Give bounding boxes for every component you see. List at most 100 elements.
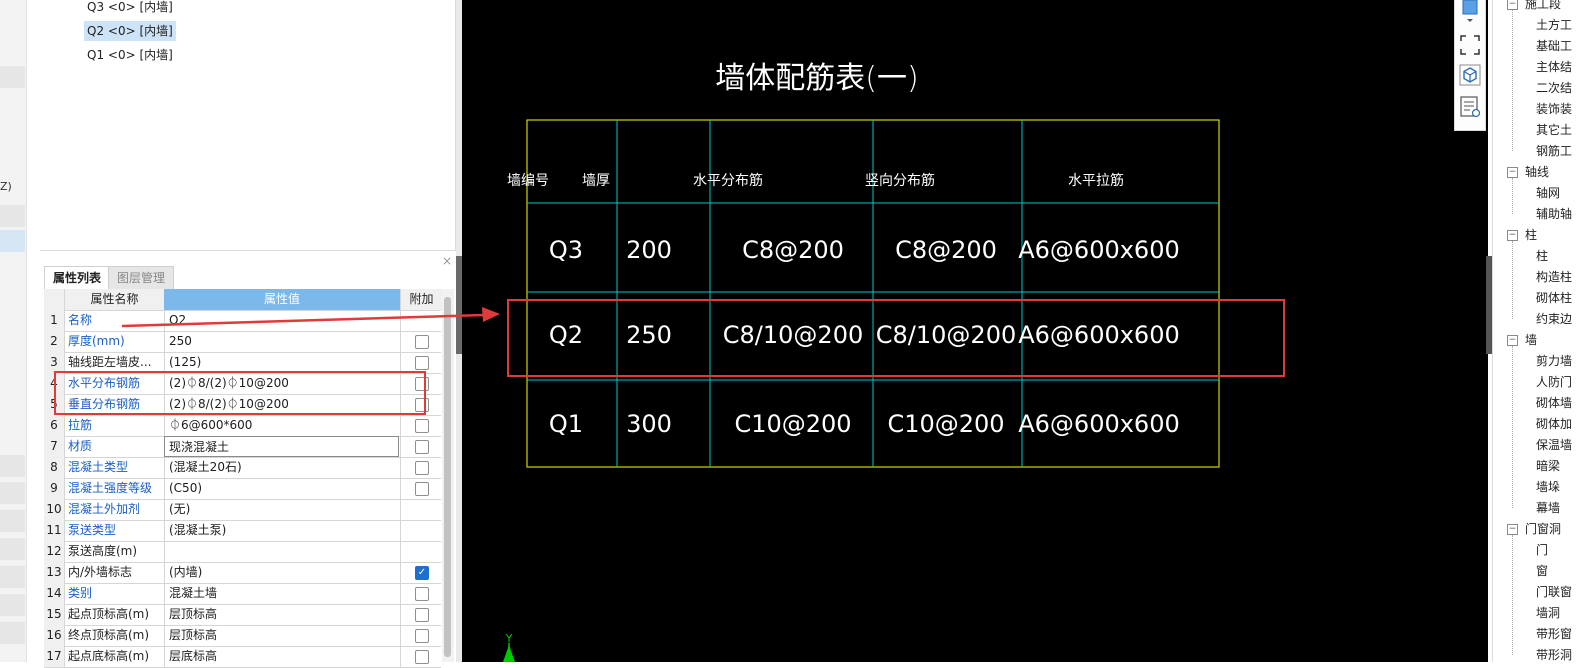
- left-strip-label: Z): [0, 180, 12, 193]
- property-name: 名称: [68, 313, 93, 327]
- property-name: 终点顶标高(m): [68, 628, 150, 642]
- tree-item-label: 辅助轴: [1536, 207, 1573, 221]
- property-value[interactable]: ⏀6@600*600: [164, 415, 399, 436]
- attach-cell: [400, 499, 442, 520]
- left-strip-block[interactable]: [0, 205, 25, 227]
- collapse-icon[interactable]: −: [1507, 230, 1518, 241]
- tree-item-q2[interactable]: Q2 <0> [内墙]: [84, 21, 176, 41]
- header-number: [44, 289, 65, 310]
- tree-item-label: 人防门: [1536, 375, 1573, 389]
- left-strip-block-selected[interactable]: [0, 230, 25, 252]
- attach-checkbox[interactable]: [415, 419, 429, 433]
- property-name: 类别: [68, 586, 93, 600]
- attach-cell: [400, 310, 442, 331]
- tree-item-label: 其它土: [1536, 123, 1573, 137]
- property-row[interactable]: 8 混凝土类型 (混凝土20石): [44, 457, 441, 479]
- property-value[interactable]: [164, 541, 399, 562]
- header-attach[interactable]: 附加: [400, 289, 442, 310]
- property-scrollbar-thumb[interactable]: [444, 297, 451, 657]
- tab-layer-management[interactable]: 图层管理: [108, 266, 175, 289]
- property-row[interactable]: 9 混凝土强度等级 (C50): [44, 478, 441, 500]
- component-tree: Q3 <0> [内墙] Q2 <0> [内墙] Q1 <0> [内墙]: [40, 0, 456, 251]
- property-value[interactable]: (混凝土泵): [164, 520, 399, 541]
- property-value-editor[interactable]: 现浇混凝土: [164, 436, 399, 457]
- left-strip-block[interactable]: [0, 538, 25, 560]
- fullscreen-icon[interactable]: [1459, 34, 1481, 56]
- property-row[interactable]: 12 泵送高度(m): [44, 541, 441, 563]
- property-row[interactable]: 13 内/外墙标志 (内墙) ✓: [44, 562, 441, 584]
- tree-item-q3[interactable]: Q3 <0> [内墙]: [84, 0, 176, 17]
- property-row[interactable]: 17 起点底标高(m) 层底标高: [44, 646, 441, 668]
- property-value[interactable]: (内墙): [164, 562, 399, 583]
- tree-item-q1[interactable]: Q1 <0> [内墙]: [84, 45, 176, 65]
- property-value[interactable]: (125): [164, 352, 399, 373]
- tree-group-label: 施工段: [1525, 0, 1562, 11]
- property-value[interactable]: (C50): [164, 478, 399, 499]
- collapse-icon[interactable]: −: [1507, 0, 1518, 10]
- collapse-icon[interactable]: −: [1507, 167, 1518, 178]
- list-view-icon[interactable]: [1459, 96, 1481, 118]
- property-value[interactable]: Q2: [164, 310, 399, 331]
- tree-item-label: 窗: [1536, 564, 1549, 578]
- tab-property-list[interactable]: 属性列表: [44, 266, 111, 289]
- left-strip-block[interactable]: [0, 594, 25, 616]
- tree-connector: [1512, 346, 1514, 508]
- property-row[interactable]: 2 厚度(mm) 250: [44, 331, 441, 353]
- property-name: 混凝土强度等级: [68, 481, 153, 495]
- 3d-cube-icon[interactable]: [1459, 0, 1481, 22]
- view-toolbar: [1454, 0, 1486, 131]
- property-table-header: 属性名称 属性值 附加: [44, 289, 442, 311]
- left-strip-block[interactable]: [0, 566, 25, 588]
- view-cube-icon[interactable]: [1459, 64, 1481, 86]
- collapse-icon[interactable]: −: [1507, 524, 1518, 535]
- collapse-icon[interactable]: −: [1507, 335, 1518, 346]
- row-number: 14: [44, 583, 65, 604]
- close-icon[interactable]: ×: [442, 254, 452, 268]
- property-value[interactable]: 层顶标高: [164, 625, 399, 646]
- property-row[interactable]: 7 材质 现浇混凝土: [44, 436, 441, 458]
- property-value[interactable]: (混凝土20石): [164, 457, 399, 478]
- property-row[interactable]: 6 拉筋 ⏀6@600*600: [44, 415, 441, 437]
- tree-item-label: 带形窗: [1536, 627, 1573, 641]
- property-row[interactable]: 10 混凝土外加剂 (无): [44, 499, 441, 521]
- property-value[interactable]: (无): [164, 499, 399, 520]
- left-strip-block[interactable]: [0, 455, 25, 477]
- row-number: 6: [44, 415, 65, 436]
- property-value[interactable]: 250: [164, 331, 399, 352]
- header-property-value[interactable]: 属性值: [164, 289, 400, 310]
- left-strip-block[interactable]: [0, 622, 25, 644]
- attach-checkbox[interactable]: [415, 629, 429, 643]
- attach-checkbox[interactable]: [415, 461, 429, 475]
- tree-item-label: 保温墙: [1536, 438, 1573, 452]
- attach-checkbox[interactable]: [415, 440, 429, 454]
- attach-checkbox[interactable]: [415, 482, 429, 496]
- property-row[interactable]: 1 名称 Q2: [44, 310, 441, 332]
- row-number: 8: [44, 457, 65, 478]
- table-cell: A6@600x600: [1018, 236, 1180, 264]
- attach-cell: [400, 457, 442, 478]
- header-property-name[interactable]: 属性名称: [65, 289, 164, 310]
- property-row[interactable]: 16 终点顶标高(m) 层顶标高: [44, 625, 441, 647]
- attach-checkbox[interactable]: [415, 335, 429, 349]
- tree-item-label: 墙垛: [1536, 480, 1561, 494]
- property-name: 厚度(mm): [68, 334, 125, 348]
- left-strip-block[interactable]: [0, 482, 25, 504]
- property-row[interactable]: 11 泵送类型 (混凝土泵): [44, 520, 441, 542]
- tree-item-label: 二次结: [1536, 81, 1573, 95]
- property-value[interactable]: 层底标高: [164, 646, 399, 667]
- tree-item-label: 构造柱: [1536, 270, 1573, 284]
- tree-item-label: 暗梁: [1536, 459, 1561, 473]
- property-value[interactable]: 混凝土墙: [164, 583, 399, 604]
- property-value[interactable]: 层顶标高: [164, 604, 399, 625]
- tree-item-label: 钢筋工: [1536, 144, 1573, 158]
- attach-checkbox[interactable]: [415, 356, 429, 370]
- attach-checkbox[interactable]: ✓: [415, 566, 429, 580]
- left-strip-block[interactable]: [0, 510, 25, 532]
- attach-checkbox[interactable]: [415, 587, 429, 601]
- table-header-cell: 墙厚: [582, 173, 610, 189]
- attach-checkbox[interactable]: [415, 608, 429, 622]
- table-header-cell: 竖向分布筋: [865, 172, 935, 189]
- property-row[interactable]: 15 起点顶标高(m) 层顶标高: [44, 604, 441, 626]
- property-row[interactable]: 14 类别 混凝土墙: [44, 583, 441, 605]
- left-strip-block[interactable]: [0, 66, 25, 88]
